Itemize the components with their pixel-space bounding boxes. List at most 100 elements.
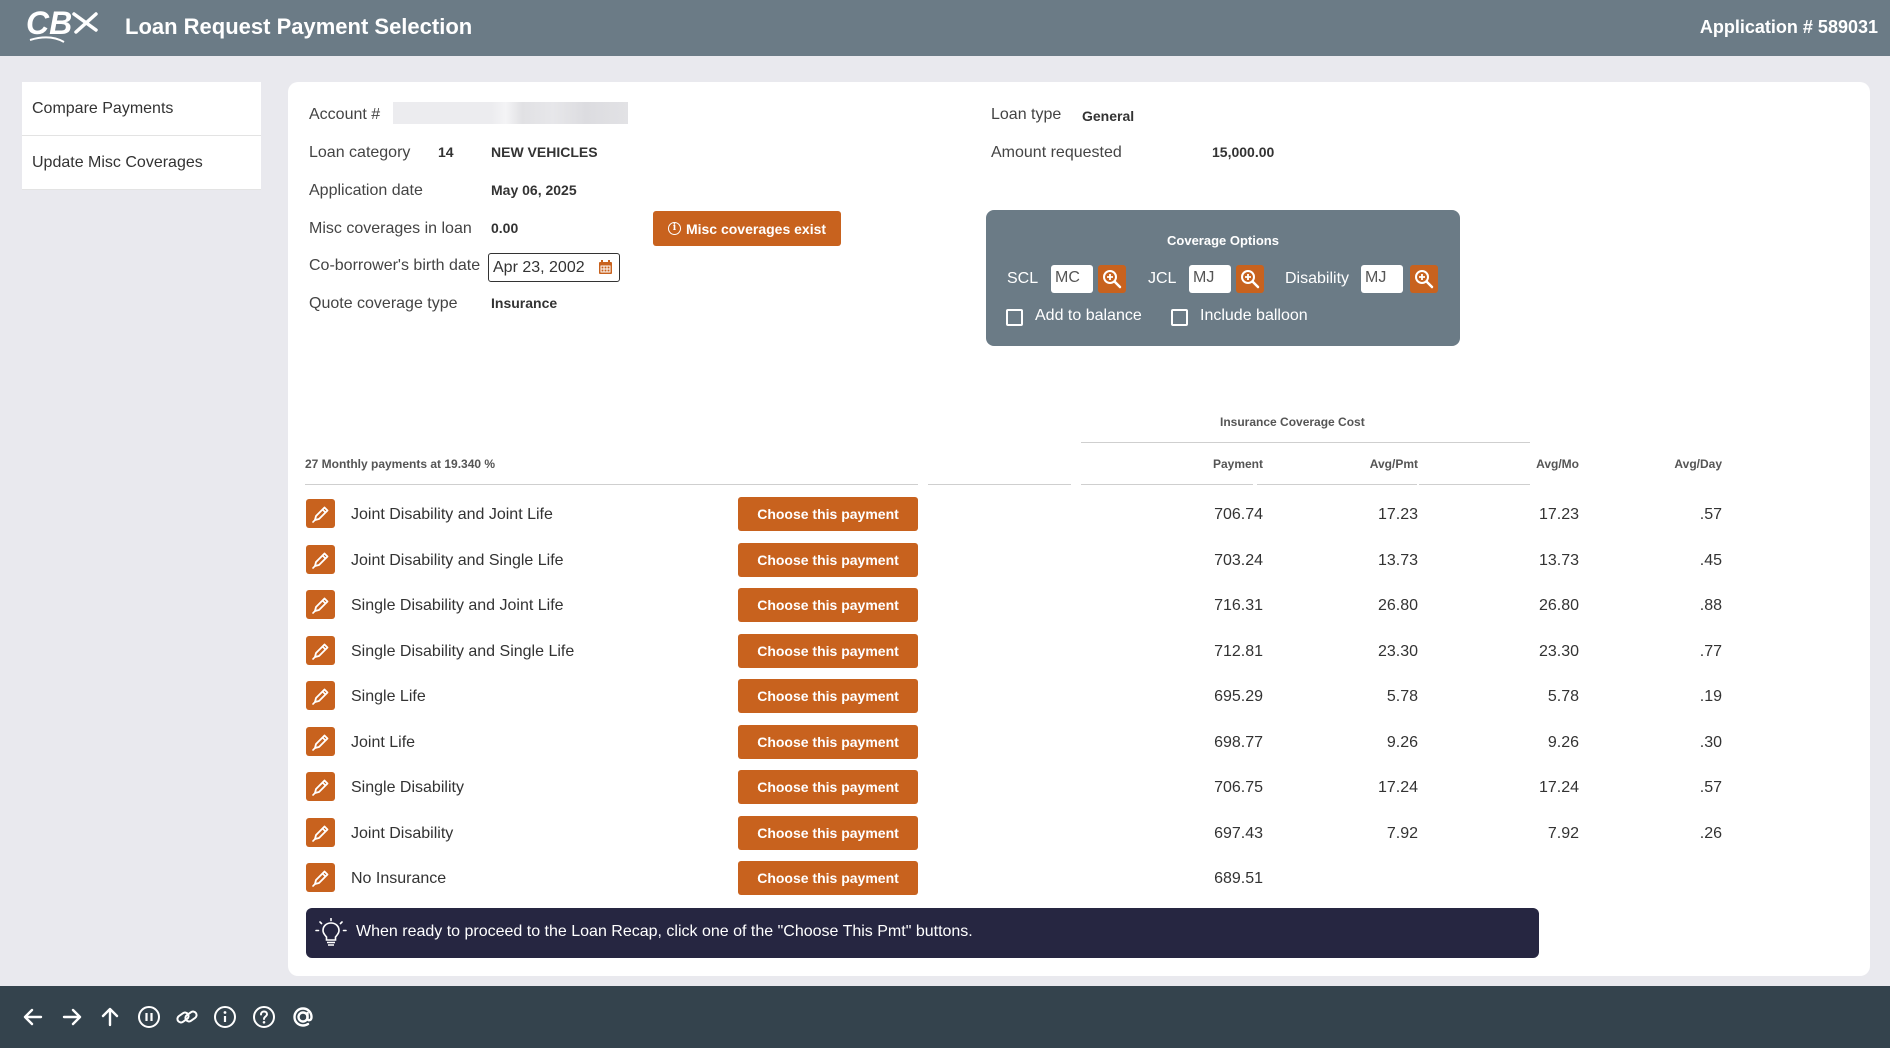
row-coverage-label: Joint Disability and Single Life [351, 552, 564, 569]
up-arrow-icon[interactable] [95, 1002, 125, 1032]
pencil-icon [311, 779, 328, 796]
row-payment: 712.81 [1214, 643, 1263, 660]
misc-coverages-label: Misc coverages in loan [309, 220, 472, 237]
amount-requested-label: Amount requested [991, 144, 1122, 161]
zoom-in-icon [1415, 270, 1434, 289]
payment-summary: 27 Monthly payments at 19.340 % [305, 457, 496, 471]
row-payment: 706.75 [1214, 779, 1263, 796]
lightbulb-icon [315, 918, 347, 946]
sidebar-item-update-misc-coverages[interactable]: Update Misc Coverages [22, 136, 261, 190]
choose-this-payment-button[interactable]: Choose this payment [738, 588, 918, 622]
row-avg-day: .19 [1699, 688, 1722, 705]
quote-coverage-type-label: Quote coverage type [309, 295, 458, 312]
choose-this-payment-button[interactable]: Choose this payment [738, 861, 918, 895]
loan-category-value: NEW VEHICLES [491, 144, 598, 160]
row-coverage-label: No Insurance [351, 870, 447, 887]
col-avg-pmt-header: Avg/Pmt [1369, 457, 1418, 471]
row-payment: 689.51 [1214, 870, 1263, 887]
row-avg-pmt: 5.78 [1386, 688, 1418, 705]
amount-requested-value: 15,000.00 [1212, 144, 1275, 160]
application-number: Application # 589031 [1699, 17, 1878, 37]
bottom-toolbar [0, 986, 1890, 1048]
header-underline [1257, 484, 1417, 485]
row-coverage-label: Single Disability and Single Life [351, 643, 575, 660]
application-date-value: May 06, 2025 [491, 182, 577, 198]
edit-row-button[interactable] [306, 545, 335, 574]
at-sign-icon[interactable] [288, 1002, 318, 1032]
link-icon[interactable] [172, 1002, 202, 1032]
pencil-icon [311, 825, 328, 842]
include-balloon-label: Include balloon [1200, 307, 1308, 324]
choose-this-payment-button[interactable]: Choose this payment [738, 634, 918, 668]
choose-this-payment-button[interactable]: Choose this payment [738, 543, 918, 577]
loan-category-label: Loan category [309, 144, 411, 161]
row-avg-day: .57 [1699, 506, 1722, 523]
row-avg-day: .57 [1699, 779, 1722, 796]
zoom-in-icon [1103, 270, 1122, 289]
calendar-icon[interactable] [598, 260, 613, 275]
info-icon[interactable] [210, 1002, 240, 1032]
add-to-balance-checkbox[interactable] [1006, 309, 1023, 326]
coborrower-birth-date-input[interactable] [493, 257, 593, 278]
help-icon[interactable] [249, 1002, 279, 1032]
row-coverage-label: Joint Life [351, 734, 416, 751]
choose-this-payment-button[interactable]: Choose this payment [738, 679, 918, 713]
pause-icon[interactable] [134, 1002, 164, 1032]
row-avg-pmt: 17.24 [1377, 779, 1418, 796]
jcl-label: JCL [1148, 270, 1177, 287]
account-label: Account # [309, 106, 381, 123]
disability-input[interactable]: MJ [1361, 265, 1403, 293]
row-avg-mo: 13.73 [1538, 552, 1579, 569]
choose-this-payment-button[interactable]: Choose this payment [738, 816, 918, 850]
pencil-icon [311, 870, 328, 887]
row-avg-mo: 26.80 [1538, 597, 1579, 614]
row-avg-day: .26 [1699, 825, 1722, 842]
forward-arrow-icon[interactable] [57, 1002, 87, 1032]
sidebar-item-compare-payments[interactable]: Compare Payments [22, 82, 261, 136]
edit-row-button[interactable] [306, 772, 335, 801]
header-underline [1419, 484, 1530, 485]
svg-text:CB: CB [26, 5, 72, 41]
misc-coverages-button-label: Misc coverages exist [685, 220, 827, 237]
col-payment-header: Payment [1212, 457, 1263, 471]
disability-lookup-button[interactable] [1410, 265, 1438, 293]
edit-row-button[interactable] [306, 590, 335, 619]
coborrower-birth-date-label: Co-borrower's birth date [309, 257, 481, 274]
header-underline [1081, 484, 1253, 485]
pencil-icon [311, 506, 328, 523]
pencil-icon [311, 552, 328, 569]
edit-row-button[interactable] [306, 818, 335, 847]
edit-row-button[interactable] [306, 499, 335, 528]
edit-row-button[interactable] [306, 727, 335, 756]
jcl-lookup-button[interactable] [1236, 265, 1264, 293]
scl-lookup-button[interactable] [1098, 265, 1126, 293]
coborrower-birth-date-field[interactable] [488, 253, 620, 282]
header-underline [928, 484, 1071, 485]
back-arrow-icon[interactable] [18, 1002, 48, 1032]
edit-row-button[interactable] [306, 636, 335, 665]
misc-coverages-button[interactable]: i Misc coverages exist [653, 211, 841, 246]
edit-row-button[interactable] [306, 863, 335, 892]
row-avg-day: .77 [1699, 643, 1722, 660]
loan-type-value: General [1082, 108, 1135, 124]
zoom-in-icon [1241, 270, 1260, 289]
top-bar: CB Loan Request Payment Selection Applic… [0, 0, 1890, 56]
choose-this-payment-button[interactable]: Choose this payment [738, 497, 918, 531]
row-coverage-label: Single Disability [351, 779, 464, 796]
row-coverage-label: Single Disability and Joint Life [351, 597, 564, 614]
row-avg-pmt: 13.73 [1377, 552, 1418, 569]
row-payment: 697.43 [1214, 825, 1263, 842]
row-avg-pmt: 17.23 [1377, 506, 1418, 523]
jcl-input[interactable]: MJ [1189, 265, 1231, 293]
coverage-options-panel: Coverage Options SCL MC JCL MJ Disabilit… [986, 210, 1460, 346]
choose-this-payment-button[interactable]: Choose this payment [738, 725, 918, 759]
include-balloon-checkbox[interactable] [1171, 309, 1188, 326]
misc-coverages-value: 0.00 [491, 220, 519, 236]
scl-input[interactable]: MC [1051, 265, 1093, 293]
main-panel: Account # Loan category 14 NEW VEHICLES … [288, 82, 1870, 976]
row-avg-mo: 17.24 [1538, 779, 1579, 796]
tip-text: When ready to proceed to the Loan Recap,… [356, 923, 973, 940]
edit-row-button[interactable] [306, 681, 335, 710]
choose-this-payment-button[interactable]: Choose this payment [738, 770, 918, 804]
sidebar: Compare Payments Update Misc Coverages [22, 82, 261, 190]
